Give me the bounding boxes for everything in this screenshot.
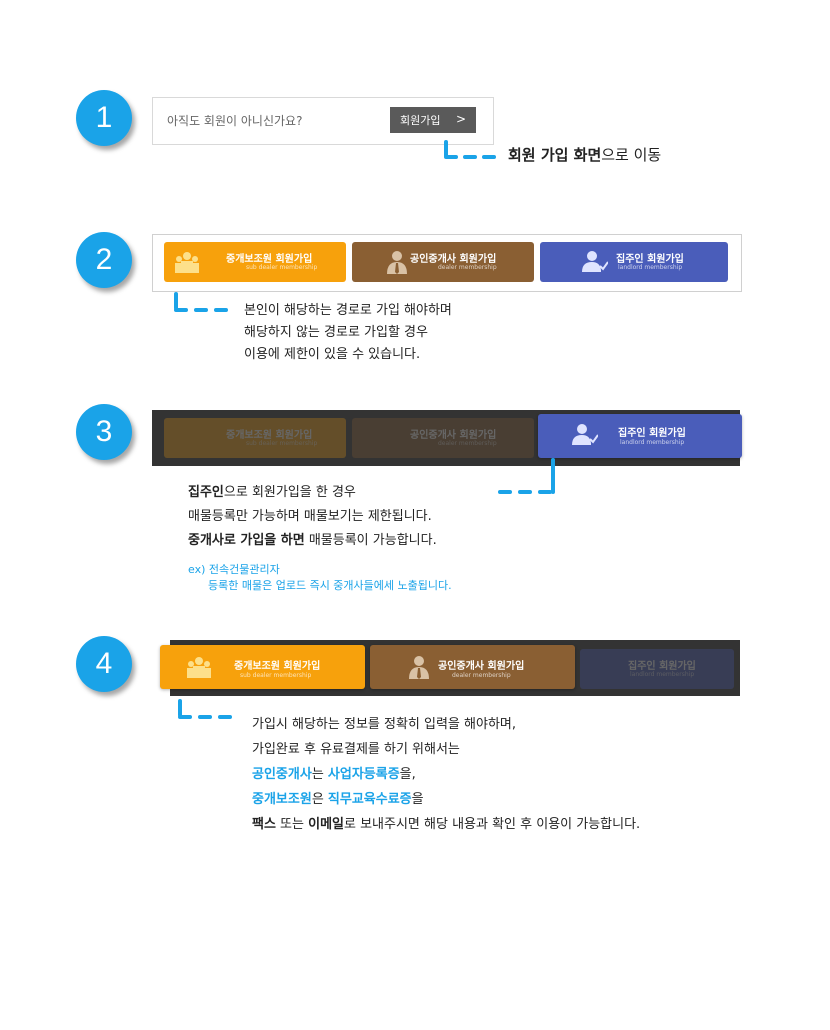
step-2-circle: 2 [76,232,132,288]
step4-text: 또는 [275,817,309,832]
connector-dash [174,308,188,312]
connector-dash [482,155,496,159]
landlord-title: 집주인 회원가입 [616,254,684,265]
connector-dash [518,490,532,494]
dealer-signup-button[interactable]: 공인중개사 회원가입 dealer membership [352,242,534,282]
step-4-circle: 4 [76,636,132,692]
sub-dealer-subtitle: sub dealer membership [246,264,318,271]
connector-dash [538,490,552,494]
step1-note-bold: 회원 가입 화면 [508,146,602,164]
people-group-icon [175,252,199,273]
person-check-icon [572,424,598,445]
step3-line-1: 집주인으로 회원가입을 한 경우 [188,483,356,503]
step3-example-1: ex) 전속건물관리자 [188,563,280,576]
step3-line-2: 매물등록만 가능하며 매물보기는 제한됩니다. [188,509,432,524]
signup-button[interactable]: 회원가입 > [390,107,476,133]
sub-dealer-title: 중개보조원 회원가입 [226,430,313,441]
connector-dash [178,715,192,719]
sub-dealer-signup-button-highlighted[interactable]: 중개보조원 회원가입 sub dealer membership [160,645,365,689]
person-tie-icon [409,656,429,679]
step4-line-4: 중개보조원은 직무교육수료증을 [252,790,424,810]
connector-dash [444,155,458,159]
signup-question: 아직도 회원이 아니신가요? [167,114,303,128]
step4-text: 은 [311,792,328,807]
sub-dealer-subtitle: sub dealer membership [240,672,312,679]
dealer-title: 공인중개사 회원가입 [410,430,497,441]
step3-rest: 으로 회원가입을 한 경우 [223,485,356,500]
connector-dash [214,308,228,312]
step-3-circle: 3 [76,404,132,460]
step2-line-3: 이용에 제한이 있을 수 있습니다. [244,347,421,362]
connector-dash [551,458,555,494]
connector-dash [194,308,208,312]
landlord-subtitle: landlord membership [620,439,685,446]
step4-text: 을 [411,792,424,807]
step3-line-3: 중개사로 가입을 하면 매물등록이 가능합니다. [188,531,437,551]
people-group-icon [187,657,211,678]
landlord-subtitle: landlord membership [630,671,695,678]
step4-line-3: 공인중개사는 사업자등록증을, [252,765,416,785]
sub-dealer-title: 중개보조원 회원가입 [234,661,321,672]
connector-dash [218,715,232,719]
dealer-signup-button-highlighted[interactable]: 공인중개사 회원가입 dealer membership [370,645,575,689]
step2-line-1: 본인이 해당하는 경로로 가입 해야하며 [244,303,452,318]
dealer-subtitle: dealer membership [452,672,511,679]
sub-dealer-title: 중개보조원 회원가입 [226,254,313,265]
landlord-signup-button-dimmed: 집주인 회원가입 landlord membership [580,649,734,689]
chevron-right-icon: > [455,112,466,126]
step3-example-2: 등록한 매물은 업로드 즉시 중개사들에세 노출됩니다. [208,579,452,592]
sub-dealer-signup-button[interactable]: 중개보조원 회원가입 sub dealer membership [164,242,346,282]
step-1-circle: 1 [76,90,132,146]
sub-dealer-highlight: 중개보조원 [252,792,312,807]
landlord-subtitle: landlord membership [618,264,683,271]
training-certificate-highlight: 직무교육수료증 [327,792,412,807]
signup-button-label: 회원가입 [400,114,441,127]
landlord-signup-button-highlighted[interactable]: 집주인 회원가입 landlord membership [538,414,742,458]
step4-line-5: 팩스 또는 이메일로 보내주시면 해당 내용과 확인 후 이용이 가능합니다. [252,815,640,835]
signup-prompt-box: 아직도 회원이 아니신가요? 회원가입 > [152,97,494,145]
person-check-icon [582,251,608,272]
landlord-signup-button[interactable]: 집주인 회원가입 landlord membership [540,242,728,282]
step4-text: 을, [399,767,416,782]
dealer-subtitle: dealer membership [438,440,497,447]
fax-bold: 팩스 [252,817,276,832]
email-bold: 이메일 [308,817,344,832]
step3-bold: 집주인 [188,485,224,500]
person-tie-icon [387,251,407,274]
dealer-signup-button-dimmed: 공인중개사 회원가입 dealer membership [352,418,534,458]
step2-line-2: 해당하지 않는 경로로 가입할 경우 [244,325,428,340]
dealer-title: 공인중개사 회원가입 [410,254,497,265]
step4-text: 로 보내주시면 해당 내용과 확인 후 이용이 가능합니다. [344,817,641,832]
step4-text: 는 [311,767,328,782]
step3-bold: 중개사로 가입을 하면 [188,533,305,548]
dealer-title: 공인중개사 회원가입 [438,661,525,672]
business-registration-highlight: 사업자등록증 [327,767,400,782]
sub-dealer-subtitle: sub dealer membership [246,440,318,447]
dealer-subtitle: dealer membership [438,264,497,271]
connector-dash [198,715,212,719]
connector-dash [463,155,477,159]
landlord-title: 집주인 회원가입 [628,661,696,672]
step3-rest: 매물등록이 가능합니다. [304,533,437,548]
step4-line-1: 가입시 해당하는 정보를 정확히 입력을 해야하며, [252,717,516,732]
dealer-highlight: 공인중개사 [252,767,312,782]
landlord-title: 집주인 회원가입 [618,428,686,439]
step1-note-rest: 으로 이동 [601,146,662,164]
sub-dealer-signup-button-dimmed: 중개보조원 회원가입 sub dealer membership [164,418,346,458]
connector-dash [498,490,512,494]
step4-line-2: 가입완료 후 유료결제를 하기 위해서는 [252,742,460,757]
step1-note: 회원 가입 화면으로 이동 [508,145,661,165]
